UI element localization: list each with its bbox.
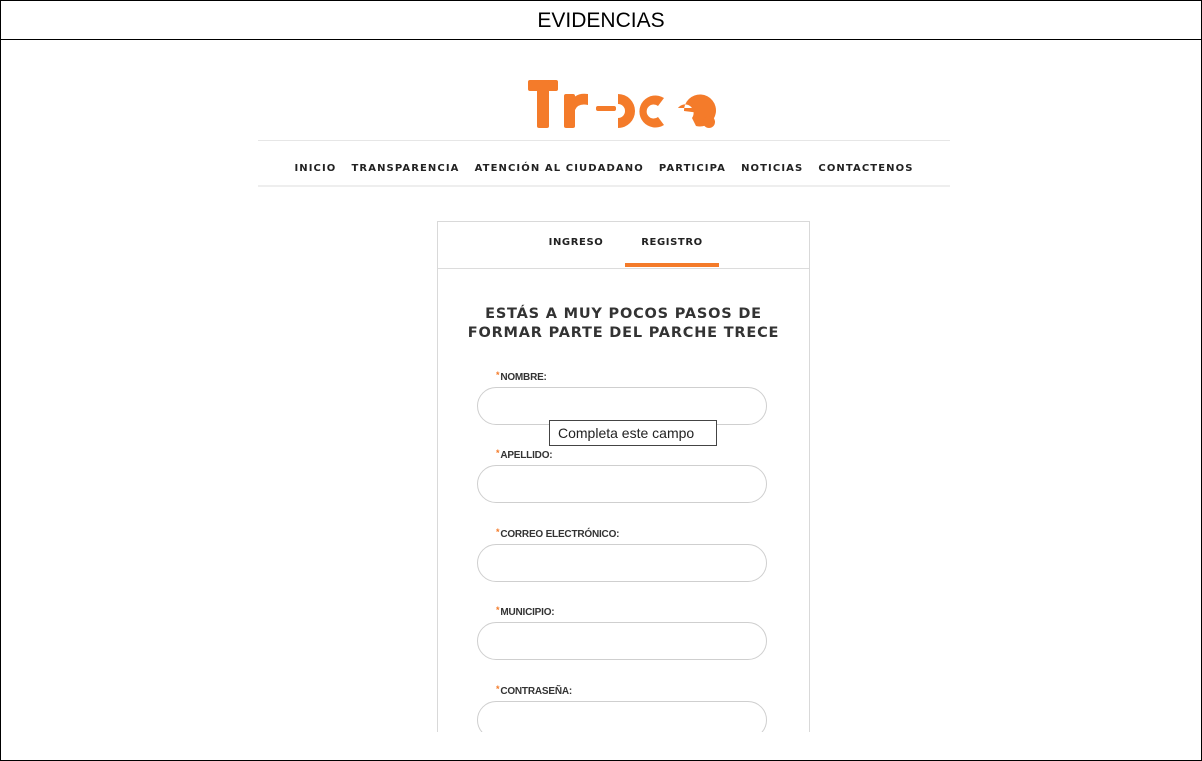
registration-card: INGRESO REGISTRO ESTÁS A MUY POCOS PASOS… (437, 221, 810, 732)
required-marker: * (496, 605, 500, 615)
website-screenshot: INICIO TRANSPARENCIA ATENCIÓN AL CIUDADA… (258, 70, 950, 732)
apellido-input[interactable] (477, 465, 767, 503)
validation-tooltip: Completa este campo (549, 420, 717, 446)
nav-transparencia[interactable]: TRANSPARENCIA (352, 163, 460, 174)
contrasena-input[interactable] (477, 701, 767, 732)
nav-noticias[interactable]: NOTICIAS (741, 163, 803, 174)
nav-inicio[interactable]: INICIO (294, 163, 336, 174)
required-marker: * (496, 527, 500, 537)
tab-ingreso[interactable]: INGRESO (542, 222, 610, 268)
auth-tabs: INGRESO REGISTRO (438, 222, 809, 269)
trece-logo[interactable] (526, 70, 726, 136)
nav-divider-bottom (258, 185, 950, 187)
required-marker: * (496, 370, 500, 380)
correo-input[interactable] (477, 544, 767, 582)
main-nav: INICIO TRANSPARENCIA ATENCIÓN AL CIUDADA… (258, 156, 950, 174)
correo-label: *CORREO ELECTRÓNICO: (496, 527, 619, 540)
required-marker: * (496, 448, 500, 458)
municipio-label-text: MUNICIPIO: (500, 607, 555, 618)
nav-atencion-ciudadano[interactable]: ATENCIÓN AL CIUDADANO (475, 163, 644, 174)
tab-registro[interactable]: REGISTRO (625, 222, 719, 268)
evidence-header: EVIDENCIAS (1, 1, 1201, 40)
nav-contactenos[interactable]: CONTACTENOS (818, 163, 913, 174)
apellido-label-text: APELLIDO: (500, 450, 553, 461)
nombre-label: *NOMBRE: (496, 370, 547, 383)
nav-divider-top (258, 140, 950, 141)
form-heading-line-1: ESTÁS A MUY POCOS PASOS DE (485, 306, 762, 322)
municipio-input[interactable] (477, 622, 767, 660)
contrasena-label-text: CONTRASEÑA: (500, 686, 572, 697)
correo-label-text: CORREO ELECTRÓNICO: (500, 529, 620, 540)
form-heading-line-2: FORMAR PARTE DEL PARCHE TRECE (467, 325, 780, 341)
nombre-label-text: NOMBRE: (500, 372, 547, 383)
municipio-label: *MUNICIPIO: (496, 605, 555, 618)
required-marker: * (496, 684, 500, 694)
active-tab-indicator (625, 263, 719, 267)
nav-participa[interactable]: PARTICIPA (659, 163, 726, 174)
apellido-label: *APELLIDO: (496, 448, 553, 461)
form-heading: ESTÁS A MUY POCOS PASOS DE FORMAR PARTE … (438, 305, 809, 343)
contrasena-label: *CONTRASEÑA: (496, 684, 572, 697)
